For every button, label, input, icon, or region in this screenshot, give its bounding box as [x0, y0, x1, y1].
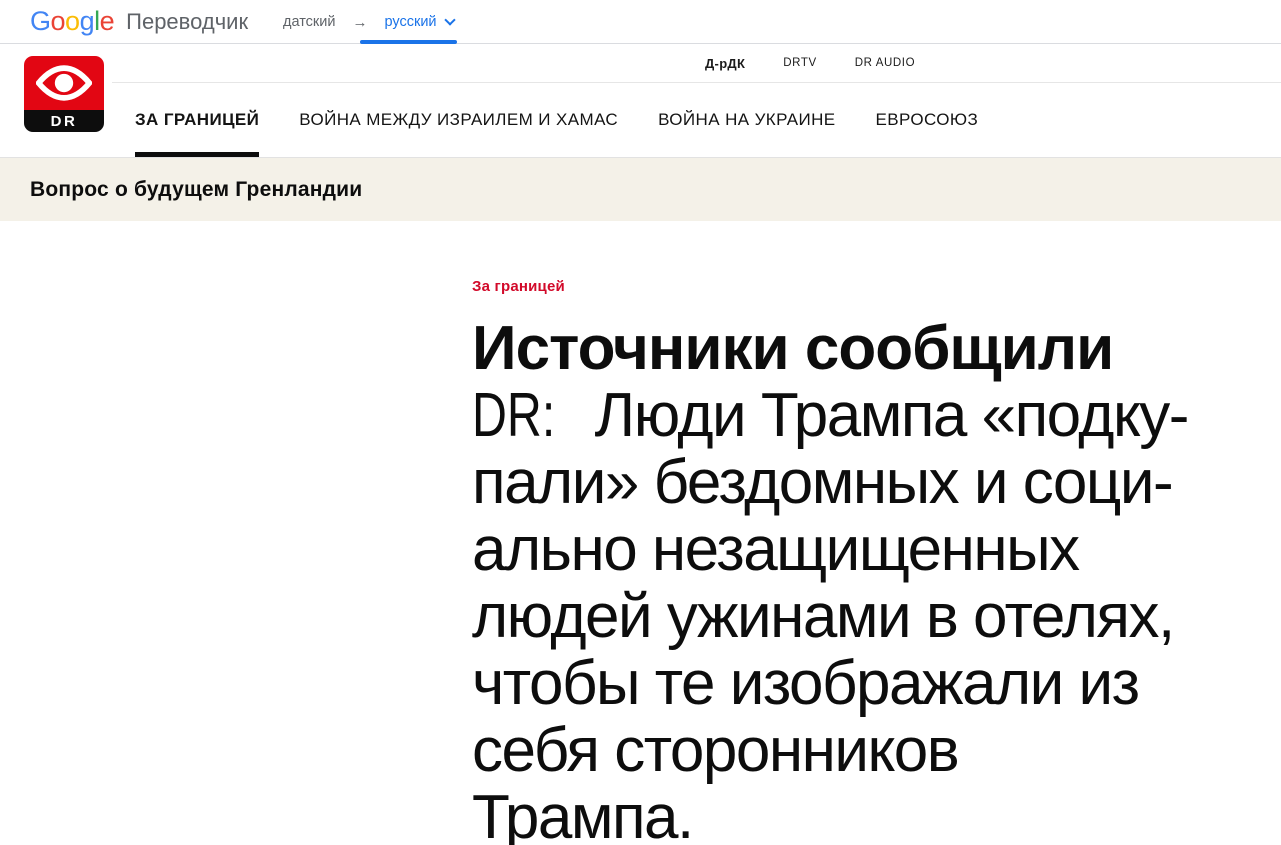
google-letter: G: [30, 6, 51, 36]
language-selector: датский → русский: [283, 0, 454, 44]
nav-item-israel-hamas-war[interactable]: ВОЙНА МЕЖДУ ИЗРАИЛЕМ И ХАМАС: [299, 83, 618, 157]
article-content: За границей Источники сообщили DR: Люди …: [0, 221, 1281, 845]
topic-bar[interactable]: Вопрос о будущем Гренландии: [0, 158, 1281, 221]
translate-product-name: Переводчик: [126, 9, 248, 35]
google-translate-bar: Google Переводчик датский → русский: [0, 0, 1281, 44]
dr-eye-icon: [36, 65, 92, 101]
headline-rest-segment: Люди Трампа «подку- пали» бездомных и со…: [472, 381, 1188, 845]
header-right: Д-рДК DRTV DR AUDIO ЗА ГРАНИЦЕЙ ВОЙНА МЕ…: [112, 44, 1281, 157]
topic-bar-label: Вопрос о будущем Гренландии: [30, 178, 362, 202]
headline-dr-segment: DR:: [472, 382, 555, 449]
dr-site-header: DR Д-рДК DRTV DR AUDIO ЗА ГРАНИЦЕЙ ВОЙНА…: [0, 44, 1281, 158]
headline-bold-segment: Источники сообщили: [472, 314, 1113, 383]
google-letter: o: [51, 6, 66, 36]
chevron-down-icon: [444, 14, 455, 25]
nav-item-eu[interactable]: ЕВРОСОЮЗ: [875, 83, 978, 157]
google-letter: e: [100, 6, 115, 36]
article-kicker: За границей: [472, 278, 1241, 295]
utility-links-row: Д-рДК DRTV DR AUDIO: [112, 44, 1281, 83]
utility-link-draudio[interactable]: DR AUDIO: [855, 57, 915, 69]
utility-link-drdk[interactable]: Д-рДК: [705, 56, 745, 71]
article-headline: Источники сообщили DR: Люди Трампа «подк…: [472, 315, 1232, 845]
nav-item-war-in-ukraine[interactable]: ВОЙНА НА УКРАИНЕ: [658, 83, 835, 157]
arrow-right-icon: →: [352, 14, 367, 31]
google-logo[interactable]: Google: [30, 6, 114, 37]
dr-logo[interactable]: DR: [24, 56, 104, 132]
google-letter: o: [65, 6, 80, 36]
target-language-label: русский: [384, 14, 436, 30]
main-navigation: ЗА ГРАНИЦЕЙ ВОЙНА МЕЖДУ ИЗРАИЛЕМ И ХАМАС…: [112, 83, 1281, 157]
source-language-button[interactable]: датский: [283, 14, 335, 30]
target-language-button[interactable]: русский: [384, 14, 453, 30]
nav-item-abroad[interactable]: ЗА ГРАНИЦЕЙ: [135, 83, 259, 157]
dr-logo-wordmark: DR: [24, 110, 104, 132]
utility-link-drtv[interactable]: DRTV: [783, 57, 817, 69]
google-letter: g: [80, 6, 95, 36]
dr-logo-red-panel: [24, 56, 104, 110]
